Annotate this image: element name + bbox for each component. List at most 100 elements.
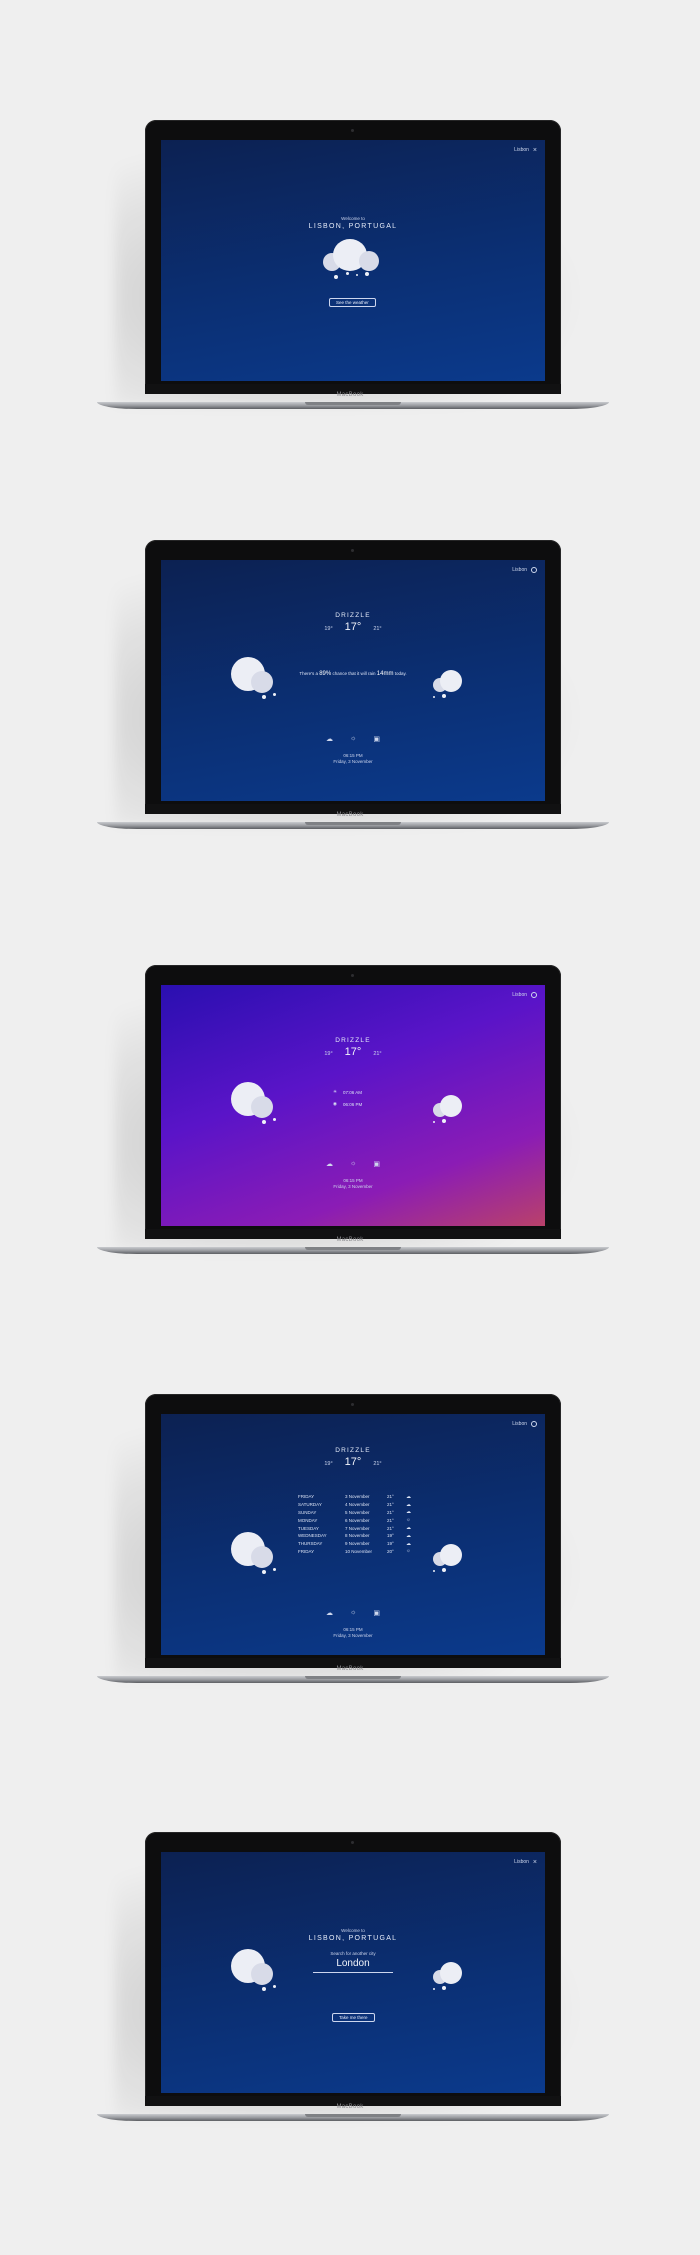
screen-search: Lisbon × Welcome to LISBON, PORTUGAL Sea… xyxy=(161,1852,545,2093)
top-bar: Lisbon × xyxy=(514,1859,537,1866)
forecast-row: SATURDAY 4 November 21° ☁ xyxy=(298,1501,411,1509)
sun-nav-icon[interactable]: ☼ xyxy=(350,1609,356,1617)
forecast-date: 7 November xyxy=(345,1525,370,1531)
take-me-there-button[interactable]: Take me there xyxy=(332,2013,375,2022)
brand-label: MacBook xyxy=(336,1237,364,1243)
sunrise-time: 07:06 AM xyxy=(343,1089,363,1095)
forecast-temp: 21° xyxy=(387,1494,394,1500)
sunset-icon: ◉ xyxy=(333,1101,337,1106)
temp-now: 17° xyxy=(344,621,362,633)
forecast-day: SATURDAY xyxy=(298,1502,322,1508)
time-label: 06:15 PM xyxy=(343,1178,363,1183)
city-link[interactable]: Lisbon xyxy=(512,992,527,998)
forecast-day: WEDNESDAY xyxy=(298,1533,327,1539)
forecast-day: SUNDAY xyxy=(298,1509,317,1515)
sunrise-icon: ☀ xyxy=(333,1089,338,1094)
cloud-left-icon xyxy=(231,657,277,705)
date-label: Friday, 3 November xyxy=(333,1633,373,1638)
forecast-temp: 20° xyxy=(387,1548,394,1554)
forecast-day: MONDAY xyxy=(298,1517,318,1523)
gear-icon[interactable] xyxy=(531,567,537,573)
forecast-day: THURSDAY xyxy=(298,1541,323,1547)
camera xyxy=(351,974,354,977)
temperature-row: 19° 17° 21° xyxy=(161,1456,545,1468)
temperature-row: 19° 17° 21° xyxy=(161,621,545,633)
time-label: 06:15 PM xyxy=(343,753,363,758)
cloud-nav-icon[interactable]: ☁ xyxy=(326,1609,333,1617)
brand-label: MacBook xyxy=(336,812,364,818)
forecast-row: FRIDAY 3 November 21° ☁ xyxy=(298,1493,411,1501)
nav-icons: ☁ ☼ ▣ xyxy=(161,1160,545,1168)
laptop-bezel: Lisbon DRIZZLE 19° 17° 21° ☀ 07:06 AM ◉ xyxy=(145,965,561,1235)
camera xyxy=(351,1841,354,1844)
city-title: LISBON, PORTUGAL xyxy=(308,223,398,230)
laptop-bezel: Lisbon × Welcome to LISBON, PORTUGAL Sea… xyxy=(145,1832,561,2102)
cloud-left-icon xyxy=(231,1532,277,1580)
calendar-nav-icon[interactable]: ▣ xyxy=(373,735,380,743)
date-label: Friday, 3 November xyxy=(333,759,373,764)
sun-nav-icon[interactable]: ☼ xyxy=(350,1160,356,1168)
close-icon[interactable]: × xyxy=(533,147,537,154)
forecast-date: 10 November xyxy=(345,1548,373,1554)
forecast-row: FRIDAY 10 November 20° ☼ xyxy=(298,1548,411,1556)
cloud-nav-icon[interactable]: ☁ xyxy=(326,735,333,743)
forecast-day: FRIDAY xyxy=(298,1548,315,1554)
forecast-temp: 21° xyxy=(387,1525,394,1531)
cloud-icon: ☁ xyxy=(406,1501,411,1508)
laptop-bezel: Lisbon DRIZZLE 19° 17° 21° FRIDAY 3 Novem… xyxy=(145,1394,561,1664)
temp-min: 19° xyxy=(324,1461,333,1467)
sunset-row: ◉ 06:06 PM xyxy=(333,1101,362,1107)
forecast-list: FRIDAY 3 November 21° ☁ SATURDAY 4 November 2… xyxy=(298,1493,411,1555)
search-label: Search for another city xyxy=(330,1951,376,1956)
forecast-row: SUNDAY 5 November 21° ☁ xyxy=(298,1509,411,1517)
close-icon[interactable]: × xyxy=(533,1859,537,1866)
rain-message: There's a 89% chance that it will rain 1… xyxy=(161,671,545,677)
cloud-icon: ☁ xyxy=(406,1509,411,1516)
msg-post: today. xyxy=(394,671,407,676)
temp-min: 19° xyxy=(324,626,333,632)
camera xyxy=(351,1403,354,1406)
nav-icons: ☁ ☼ ▣ xyxy=(161,1609,545,1617)
screen-sun: Lisbon DRIZZLE 19° 17° 21° ☀ 07:06 AM ◉ xyxy=(161,985,545,1226)
city-link[interactable]: Lisbon xyxy=(514,1859,529,1865)
sun-nav-icon[interactable]: ☼ xyxy=(350,735,356,743)
sun-icon: ☼ xyxy=(406,1548,411,1555)
gear-icon[interactable] xyxy=(531,1421,537,1427)
cloud-left-icon xyxy=(231,1949,277,1997)
forecast-temp: 19° xyxy=(387,1533,394,1539)
top-bar: Lisbon × xyxy=(514,147,537,154)
forecast-temp: 21° xyxy=(387,1517,394,1523)
msg-mid: chance that it will rain xyxy=(332,671,376,676)
gear-icon[interactable] xyxy=(531,992,537,998)
welcome-text: Welcome to xyxy=(341,1928,365,1933)
forecast-row: WEDNESDAY 8 November 19° ☁ xyxy=(298,1532,411,1540)
sunset-time: 06:06 PM xyxy=(342,1101,363,1107)
brand-label: MacBook xyxy=(336,392,364,398)
forecast-day: FRIDAY xyxy=(298,1494,315,1500)
nav-icons: ☁ ☼ ▣ xyxy=(161,735,545,743)
cloud-nav-icon[interactable]: ☁ xyxy=(326,1160,333,1168)
condition-label: DRIZZLE xyxy=(335,1037,371,1044)
date-label: Friday, 3 November xyxy=(333,1184,373,1189)
brand-label: MacBook xyxy=(336,2104,364,2110)
camera xyxy=(351,549,354,552)
city-link[interactable]: Lisbon xyxy=(514,147,529,153)
screen-drizzle: Lisbon DRIZZLE 19° 17° 21° There's a 89%… xyxy=(161,560,545,801)
input-underline xyxy=(313,1972,393,1973)
calendar-nav-icon[interactable]: ▣ xyxy=(373,1609,380,1617)
top-bar: Lisbon xyxy=(512,1421,537,1427)
city-link[interactable]: Lisbon xyxy=(512,1421,527,1427)
temp-min: 19° xyxy=(324,1051,333,1057)
forecast-temp: 19° xyxy=(387,1541,394,1547)
city-link[interactable]: Lisbon xyxy=(512,567,527,573)
city-search-input[interactable] xyxy=(313,1958,393,1969)
temp-now: 17° xyxy=(344,1046,362,1058)
see-weather-button[interactable]: See the weather xyxy=(329,298,376,307)
top-bar: Lisbon xyxy=(512,567,537,573)
forecast-temp: 21° xyxy=(387,1509,394,1515)
forecast-temp: 21° xyxy=(387,1502,394,1508)
forecast-date: 5 November xyxy=(345,1509,370,1515)
calendar-nav-icon[interactable]: ▣ xyxy=(373,1160,380,1168)
screen-welcome: Lisbon × Welcome to LISBON, PORTUGAL See… xyxy=(161,140,545,381)
cloud-icon: ☁ xyxy=(406,1493,411,1500)
